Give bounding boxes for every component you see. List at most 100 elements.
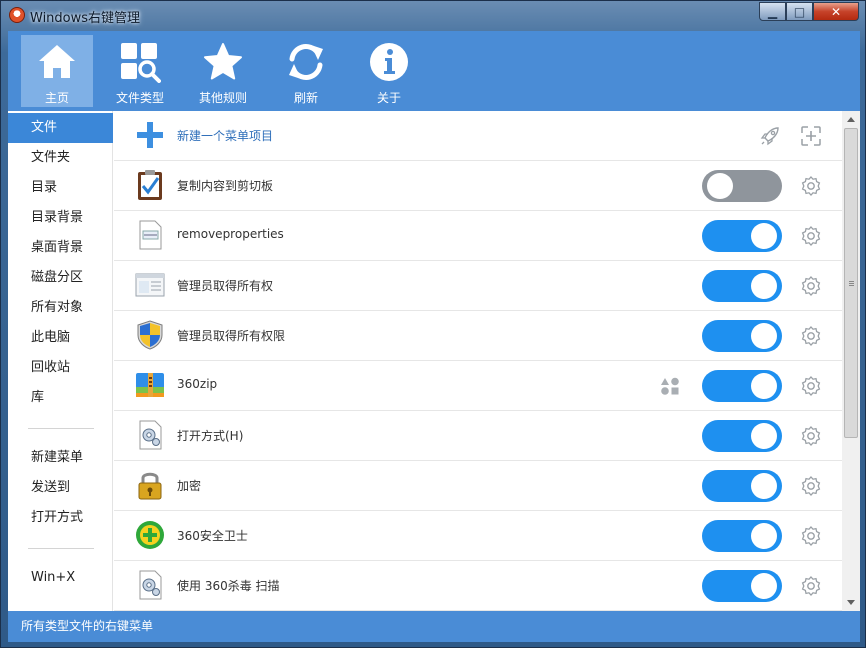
- menu-item-row: 复制内容到剪切板: [114, 161, 842, 211]
- menu-item-label: 加密: [177, 479, 202, 493]
- minimize-button[interactable]: ▁: [759, 2, 786, 21]
- menu-item-row: 管理员取得所有权: [114, 261, 842, 311]
- enable-toggle[interactable]: [702, 270, 782, 302]
- scroll-down-arrow-icon[interactable]: [847, 600, 855, 605]
- sidebar-divider: [28, 548, 94, 549]
- grip-icon: [849, 281, 854, 287]
- toolbar-other-rules-label: 其他规则: [198, 91, 247, 105]
- app-logo-icon: [9, 7, 25, 23]
- menu-item-row: removeproperties: [114, 211, 842, 261]
- toolbar-refresh-label: 刷新: [293, 91, 318, 105]
- menu-item-row: 加密: [114, 461, 842, 511]
- info-icon: [370, 43, 408, 81]
- app-window: Windows右键管理 ▁ □ ✕ 主页 文件类型 其他规则 刷新 关于 文件 …: [0, 0, 866, 648]
- enable-toggle[interactable]: [702, 470, 782, 502]
- menu-item-list: 新建一个菜单项目 复制内容到剪切板 removeproperties 管理员取得…: [114, 111, 842, 611]
- zip-archive-icon: [136, 373, 164, 397]
- toolbar-file-types[interactable]: 文件类型: [104, 35, 176, 107]
- window-controls: ▁ □ ✕: [759, 2, 859, 21]
- settings-document-icon: [139, 420, 162, 450]
- sidebar-item-file[interactable]: 文件: [8, 113, 113, 143]
- client-area: 主页 文件类型 其他规则 刷新 关于 文件 文件夹 目录 目录背景 桌面背景 磁…: [8, 31, 860, 642]
- sidebar-item-directory-background[interactable]: 目录背景: [8, 203, 113, 233]
- menu-item-row: 360安全卫士: [114, 511, 842, 561]
- toolbar-about-label: 关于: [376, 91, 401, 105]
- gear-icon[interactable]: [800, 225, 822, 247]
- status-bar: 所有类型文件的右键菜单: [8, 611, 860, 642]
- sidebar-item-library[interactable]: 库: [8, 383, 113, 413]
- window-title: Windows右键管理: [30, 11, 141, 26]
- menu-item-label: 管理员取得所有权: [177, 279, 274, 293]
- document-icon: [139, 220, 162, 250]
- grid-search-icon: [121, 43, 161, 83]
- sidebar-item-drive[interactable]: 磁盘分区: [8, 263, 113, 293]
- enable-toggle[interactable]: [702, 420, 782, 452]
- enable-toggle[interactable]: [702, 220, 782, 252]
- clipboard-icon: [138, 170, 162, 200]
- enable-toggle[interactable]: [702, 370, 782, 402]
- category-sidebar: 文件 文件夹 目录 目录背景 桌面背景 磁盘分区 所有对象 此电脑 回收站 库 …: [8, 111, 113, 611]
- new-menu-item-row[interactable]: 新建一个菜单项目: [114, 111, 842, 161]
- menu-item-label: 360zip: [177, 377, 218, 391]
- menu-item-row: 打开方式(H): [114, 411, 842, 461]
- toolbar-home-label: 主页: [44, 91, 69, 105]
- close-button[interactable]: ✕: [813, 2, 859, 21]
- sidebar-item-all-objects[interactable]: 所有对象: [8, 293, 113, 323]
- scrollbar-thumb[interactable]: [844, 128, 858, 438]
- sidebar-item-open-with[interactable]: 打开方式: [8, 503, 113, 533]
- menu-item-label: 打开方式(H): [177, 429, 244, 443]
- shapes-icon[interactable]: [659, 375, 681, 397]
- menu-item-row: 使用 360杀毒 扫描: [114, 561, 842, 611]
- add-icon: [137, 122, 163, 148]
- gear-icon[interactable]: [800, 425, 822, 447]
- gear-icon[interactable]: [800, 525, 822, 547]
- sidebar-item-desktop-background[interactable]: 桌面背景: [8, 233, 113, 263]
- padlock-icon: [138, 472, 162, 500]
- menu-item-row: 360zip: [114, 361, 842, 411]
- scroll-up-arrow-icon[interactable]: [847, 117, 855, 122]
- sidebar-item-directory[interactable]: 目录: [8, 173, 113, 203]
- toolbar-file-types-label: 文件类型: [115, 91, 164, 105]
- enable-toggle[interactable]: [702, 570, 782, 602]
- sidebar-item-new-menu[interactable]: 新建菜单: [8, 443, 113, 473]
- uac-shield-icon: [137, 320, 163, 350]
- star-icon: [204, 43, 242, 80]
- sidebar-item-win-x[interactable]: Win+X: [8, 563, 113, 593]
- gear-icon[interactable]: [800, 375, 822, 397]
- menu-item-label: removeproperties: [177, 227, 284, 241]
- sidebar-item-folder[interactable]: 文件夹: [8, 143, 113, 173]
- toolbar-refresh[interactable]: 刷新: [270, 35, 342, 107]
- sidebar-divider: [28, 428, 94, 429]
- toolbar-about[interactable]: 关于: [353, 35, 425, 107]
- menu-item-label: 使用 360杀毒 扫描: [177, 579, 280, 593]
- enable-toggle[interactable]: [702, 320, 782, 352]
- gear-icon[interactable]: [800, 175, 822, 197]
- menu-item-row: 管理员取得所有权限: [114, 311, 842, 361]
- title-bar[interactable]: Windows右键管理 ▁ □ ✕: [1, 1, 865, 31]
- enable-toggle[interactable]: [702, 170, 782, 202]
- main-toolbar: 主页 文件类型 其他规则 刷新 关于: [8, 31, 860, 111]
- menu-item-label: 360安全卫士: [177, 529, 248, 543]
- refresh-icon: [289, 44, 323, 80]
- sidebar-item-this-pc[interactable]: 此电脑: [8, 323, 113, 353]
- sidebar-item-recycle-bin[interactable]: 回收站: [8, 353, 113, 383]
- menu-item-label: 管理员取得所有权限: [177, 329, 286, 343]
- add-item-icon[interactable]: [800, 125, 822, 147]
- home-icon: [39, 45, 75, 78]
- new-menu-item-label: 新建一个菜单项目: [177, 129, 274, 143]
- gear-icon[interactable]: [800, 275, 822, 297]
- sidebar-item-send-to[interactable]: 发送到: [8, 473, 113, 503]
- gear-icon[interactable]: [800, 325, 822, 347]
- toolbar-other-rules[interactable]: 其他规则: [187, 35, 259, 107]
- rocket-icon[interactable]: [759, 125, 781, 147]
- window-app-icon: [135, 273, 165, 297]
- gear-icon[interactable]: [800, 575, 822, 597]
- settings-document-icon: [139, 570, 162, 600]
- vertical-scrollbar[interactable]: [842, 111, 860, 611]
- 360-safe-icon: [136, 521, 164, 549]
- toolbar-home[interactable]: 主页: [21, 35, 93, 107]
- menu-item-label: 复制内容到剪切板: [177, 179, 274, 193]
- gear-icon[interactable]: [800, 475, 822, 497]
- enable-toggle[interactable]: [702, 520, 782, 552]
- maximize-button[interactable]: □: [786, 2, 813, 21]
